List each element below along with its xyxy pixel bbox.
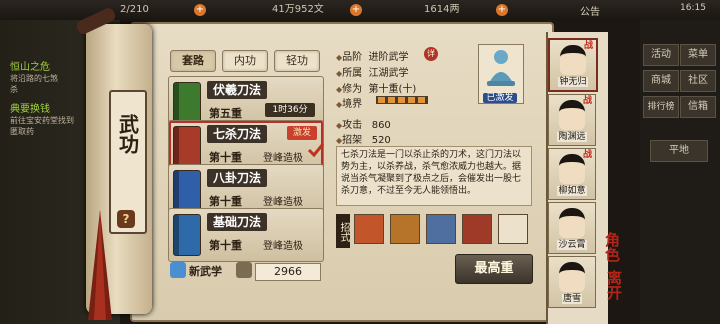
parry-row: ◆招架 520 (336, 135, 391, 146)
skill-mastery: 登峰造极 (263, 241, 303, 252)
meditating-figure-icon (487, 50, 515, 86)
help-button[interactable]: ? (117, 210, 135, 228)
cultivation-row: ◆修为 第十重(十) (336, 84, 417, 95)
silver-value: 41万952文 (272, 4, 324, 15)
community-button[interactable]: 社区 (680, 70, 716, 92)
location-label: 平地 (650, 140, 708, 162)
skill-level: 第十重 (209, 239, 242, 252)
skill-card[interactable]: 基础刀法 第十重 登峰造极 (168, 208, 324, 262)
skill-level: 第五重 (209, 107, 242, 120)
slash-icon[interactable] (354, 214, 384, 244)
role-label: 角色 (603, 232, 621, 262)
mail-button[interactable]: 信箱 (680, 96, 716, 118)
quest-text: 前往宝安药堂找到 匿取药 (10, 116, 74, 136)
add-silver-button[interactable]: + (350, 2, 362, 18)
check-icon (307, 143, 325, 158)
add-gold-button[interactable]: + (496, 2, 508, 18)
quest-text: 将沿路的七煞 杀 (10, 74, 58, 94)
character-slot[interactable]: 战 钟无归 (548, 38, 598, 92)
skill-level: 第十重 (209, 195, 242, 208)
character-avatar (559, 208, 585, 238)
cultivation-value: 第十重(十) (368, 84, 417, 95)
skill-description: 七杀刀法是一门以杀止杀的刀术，这门刀法以势为主，以杀养战，杀气愈浓威力也越大。据… (336, 146, 532, 206)
character-avatar (559, 262, 585, 292)
learned-tag: 已激发 (478, 90, 522, 103)
new-skill-icon[interactable] (170, 262, 186, 278)
character-avatar (559, 100, 585, 130)
quest-title: 典要换钱 (10, 104, 50, 115)
skill-book-icon (173, 170, 201, 212)
character-name: 沙云霄 (557, 240, 587, 250)
shop-button[interactable]: 商城 (643, 70, 679, 92)
leave-button[interactable]: 离开 (605, 270, 623, 300)
skill-name: 基础刀法 (207, 213, 268, 231)
activity-button[interactable]: 活动 (643, 44, 679, 66)
character-name: 柳如意 (557, 186, 587, 196)
battle-badge: 战 (583, 96, 593, 106)
menu-button[interactable]: 菜单 (680, 44, 716, 66)
skill-book-icon (173, 214, 201, 256)
attack-value: 860 (371, 120, 391, 131)
character-slot[interactable]: 战 柳如意 (548, 148, 596, 200)
battle-badge: 战 (584, 41, 594, 51)
new-skill-button[interactable]: 新武学 (189, 263, 222, 279)
blade-icon[interactable] (462, 214, 492, 244)
panel-title-text: 武功 (115, 114, 140, 154)
skill-name: 八卦刀法 (207, 169, 268, 187)
warrior-icon[interactable] (426, 214, 456, 244)
skill-mastery: 登峰造极 (263, 153, 303, 164)
skill-book-icon (173, 82, 201, 124)
character-slot[interactable]: 沙云霄 (548, 202, 596, 254)
quest-title: 恒山之危 (10, 62, 50, 73)
skill-name: 伏羲刀法 (207, 81, 268, 99)
gold-value: 1614两 (424, 4, 460, 15)
gold-display: 1614两 (424, 2, 459, 18)
stamina-display: 2/210 (120, 2, 149, 18)
tab-routine[interactable]: 套路 (170, 50, 216, 72)
silver-display: 41万952文 (272, 2, 324, 18)
announcement-button[interactable]: 公告 (580, 3, 600, 18)
faction-row: ◆所属 江湖武学 (336, 68, 409, 79)
skill-mastery: 登峰造极 (263, 197, 303, 208)
character-avatar (560, 45, 586, 75)
grade-value: 进阶武学 (368, 52, 409, 63)
tab-light-skill[interactable]: 轻功 (274, 50, 320, 72)
stamina-value: 2/210 (120, 4, 149, 15)
battle-badge: 战 (583, 150, 593, 160)
faction-value: 江湖武学 (368, 68, 409, 79)
leaderboard-button[interactable]: 排行榜 (643, 96, 679, 118)
quest-item[interactable]: 恒山之危 将沿路的七煞 杀 (10, 58, 58, 95)
character-avatar (559, 154, 585, 184)
scroll-count-icon (236, 262, 252, 278)
skill-points-value: 2966 (255, 263, 321, 281)
activated-badge: 激发 (287, 126, 317, 140)
max-level-button[interactable]: 最高重 (455, 254, 533, 284)
character-name: 唐雪 (561, 294, 582, 304)
tab-inner-skill[interactable]: 内功 (222, 50, 268, 72)
character-name: 钟无归 (558, 77, 588, 87)
realm-row: ◆境界 (336, 99, 363, 110)
empty-move-slot (498, 214, 528, 244)
realm-progress-bar (376, 96, 428, 104)
skill-name: 七杀刀法 (207, 125, 268, 143)
skill-level: 第十重 (209, 151, 242, 164)
add-stamina-button[interactable]: + (194, 2, 206, 18)
grade-detail-badge[interactable]: 详 (424, 47, 438, 61)
moves-label: 招式 (336, 214, 350, 248)
character-slot[interactable]: 唐雪 (548, 256, 596, 308)
parry-value: 520 (371, 135, 391, 146)
whirl-icon[interactable] (390, 214, 420, 244)
grade-row: ◆品阶 进阶武学 (336, 52, 409, 63)
quest-item[interactable]: 典要换钱 前往宝安药堂找到 匿取药 (10, 100, 74, 137)
description-text: 七杀刀法是一门以杀止杀的刀术，这门刀法以势为主，以杀养战，杀气愈浓威力也越大。据… (341, 150, 522, 196)
character-name: 陶渊远 (557, 132, 587, 142)
training-timer: 1时36分 (265, 103, 315, 117)
attack-row: ◆攻击 860 (336, 120, 391, 131)
skill-book-icon (173, 126, 201, 168)
clock: 16:15 (680, 3, 706, 13)
character-slot[interactable]: 战 陶渊远 (548, 94, 596, 146)
